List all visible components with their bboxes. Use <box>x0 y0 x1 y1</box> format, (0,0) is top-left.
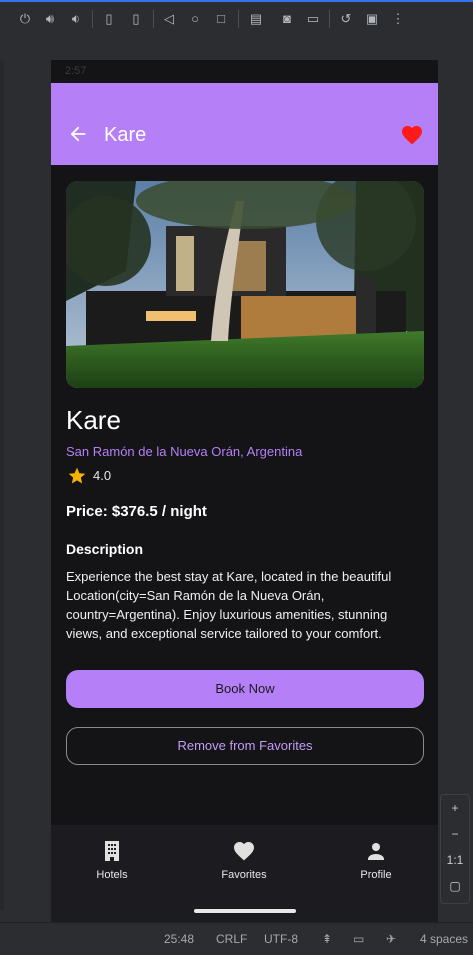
zoom-fit-button[interactable]: ▢ <box>441 873 469 899</box>
description-heading: Description <box>66 541 144 557</box>
price-per-night: Price: $376.5 / night <box>66 503 207 520</box>
tree-icon[interactable]: ⇞ <box>322 932 332 946</box>
camera-icon[interactable]: ◙ <box>279 11 295 27</box>
toolbar-divider <box>329 10 330 28</box>
snapshot-icon[interactable]: ▣ <box>364 11 380 27</box>
app-bar-title: Kare <box>104 124 147 146</box>
zoom-controls: + − 1:1 ▢ <box>440 794 470 904</box>
screenrecord-icon[interactable]: ▭ <box>305 11 321 27</box>
rewind-icon[interactable]: ↺ <box>338 11 354 27</box>
rating-value: 4.0 <box>93 468 112 483</box>
comment-icon[interactable]: ▭ <box>353 932 364 946</box>
rotate-right-icon[interactable]: ▯ <box>128 11 144 27</box>
nav-label-profile: Profile <box>360 869 392 881</box>
volume-down-icon[interactable]: 🔉︎ <box>68 11 84 27</box>
nav-label-hotels: Hotels <box>96 869 128 881</box>
gesture-home-indicator[interactable] <box>194 909 296 913</box>
bottom-navigation: Hotels Favorites Profile <box>51 825 438 922</box>
nav-label-favorites: Favorites <box>221 869 267 881</box>
description-text: Experience the best stay at Kare, locate… <box>66 569 392 641</box>
person-icon <box>364 839 388 863</box>
book-now-button[interactable]: Book Now <box>66 670 424 708</box>
nav-item-profile[interactable]: Profile <box>326 839 426 881</box>
rotate-left-icon[interactable]: ▯ <box>101 11 117 27</box>
building-icon <box>100 839 124 863</box>
ide-status-bar: 25:48 CRLF UTF-8 ⇞ ▭ ✈ 4 spaces <box>0 922 473 955</box>
more-icon[interactable]: ⋮ <box>390 11 406 27</box>
nav-item-favorites[interactable]: Favorites <box>194 839 294 881</box>
status-time: 2:57 <box>65 65 87 77</box>
android-status-bar: 2:57 <box>51 60 438 83</box>
device-screen: 2:57 Kare Kare San Ramón de la Nueva Orá… <box>51 60 438 922</box>
top-app-bar: Kare <box>51 83 438 165</box>
back-arrow-icon[interactable] <box>67 123 89 145</box>
toolbar-divider <box>238 10 239 28</box>
toolbar-divider <box>153 10 154 28</box>
volume-up-icon[interactable]: 🔊︎ <box>42 11 58 27</box>
remove-from-favorites-button[interactable]: Remove from Favorites <box>66 727 424 765</box>
favorite-heart-icon[interactable] <box>400 123 424 147</box>
nav-item-hotels[interactable]: Hotels <box>62 839 162 881</box>
rocket-icon[interactable]: ✈ <box>386 932 396 946</box>
overview-nav-icon[interactable]: □ <box>213 11 229 27</box>
hotel-photo <box>66 181 424 388</box>
line-separator[interactable]: CRLF <box>216 932 247 946</box>
toolbar-divider <box>92 10 93 28</box>
ide-right-gutter <box>438 36 473 922</box>
hotel-location: San Ramón de la Nueva Orán, Argentina <box>66 444 303 459</box>
power-icon[interactable]: ⏻ <box>17 11 33 27</box>
caret-position[interactable]: 25:48 <box>164 932 194 946</box>
hotel-name: Kare <box>66 405 121 435</box>
indent-setting[interactable]: 4 spaces <box>420 932 468 946</box>
zoom-in-button[interactable]: + <box>441 795 469 821</box>
zoom-actual-size-button[interactable]: 1:1 <box>441 847 469 873</box>
hotel-detail-content: Kare San Ramón de la Nueva Orán, Argenti… <box>51 165 438 825</box>
fold-icon[interactable]: ▤ <box>248 11 264 27</box>
heart-icon <box>232 839 256 863</box>
ide-left-gutter <box>0 36 51 922</box>
zoom-out-button[interactable]: − <box>441 821 469 847</box>
back-nav-icon[interactable]: ◁ <box>161 11 177 27</box>
home-nav-icon[interactable]: ○ <box>187 11 203 27</box>
star-icon <box>67 466 87 486</box>
emulator-toolbar: ⏻ 🔊︎ 🔉︎ ▯ ▯ ◁ ○ □ ▤ ◙ ▭ ↺ ▣ ⋮ <box>0 0 473 36</box>
file-encoding[interactable]: UTF-8 <box>264 932 298 946</box>
